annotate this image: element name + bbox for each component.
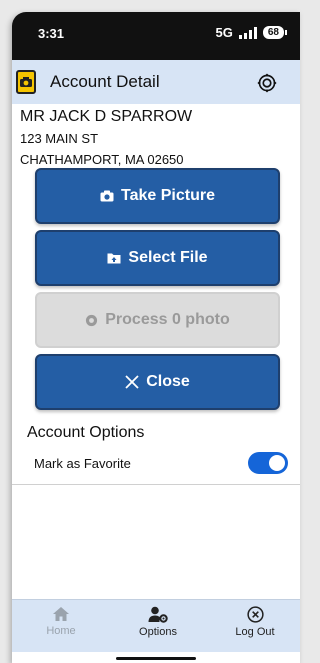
phone-screen: 3:31 5G 68 Account Detail MR JACK D SPAR… [12, 12, 300, 663]
close-label: Close [146, 373, 190, 390]
nav-options-label: Options [139, 626, 177, 638]
nav-logout[interactable]: Log Out [220, 606, 290, 638]
favorite-toggle[interactable] [248, 452, 288, 474]
camera-icon [16, 70, 36, 94]
address-line-1: 123 MAIN ST [20, 131, 99, 146]
account-name: MR JACK D SPARROW [20, 108, 193, 125]
favorite-label: Mark as Favorite [34, 456, 131, 471]
status-time: 3:31 [38, 26, 65, 41]
account-options-heading: Account Options [27, 424, 145, 441]
settings-button[interactable] [256, 72, 278, 94]
take-picture-button[interactable]: Take Picture [35, 168, 280, 224]
home-icon [53, 607, 69, 621]
process-photo-button[interactable]: Process 0 photo [35, 292, 280, 348]
process-icon [86, 314, 98, 326]
app-bar: Account Detail [12, 60, 300, 104]
select-file-label: Select File [128, 249, 208, 266]
network-label: 5G [215, 25, 233, 40]
nav-home[interactable]: Home [26, 606, 96, 637]
status-indicators: 5G 68 [215, 25, 288, 40]
status-bar: 3:31 5G 68 [12, 12, 300, 60]
address-line-2: CHATHAMPORT, MA 02650 [20, 152, 184, 167]
nav-options[interactable]: Options [123, 606, 193, 638]
close-circle-icon [246, 606, 264, 623]
toggle-knob [269, 455, 285, 471]
user-settings-icon [148, 606, 168, 623]
take-picture-label: Take Picture [121, 187, 215, 204]
folder-upload-icon [107, 253, 121, 264]
home-indicator [116, 657, 196, 660]
close-button[interactable]: Close [35, 354, 280, 410]
page-title: Account Detail [50, 72, 160, 91]
bottom-nav: Home Options Log Out [12, 599, 300, 652]
nav-home-label: Home [46, 625, 76, 637]
signal-icon [238, 26, 257, 39]
close-icon [125, 375, 139, 389]
camera-icon [100, 190, 114, 202]
gear-icon [257, 73, 277, 93]
divider [12, 484, 300, 485]
select-file-button[interactable]: Select File [35, 230, 280, 286]
process-photo-label: Process 0 photo [105, 311, 230, 328]
nav-logout-label: Log Out [235, 626, 275, 638]
battery-icon: 68 [262, 26, 288, 39]
